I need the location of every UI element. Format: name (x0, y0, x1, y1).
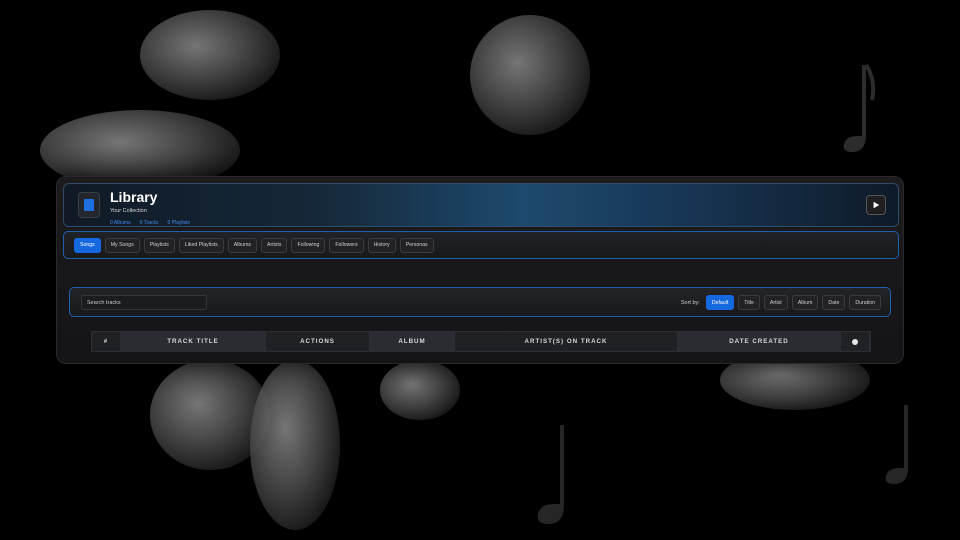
column-artists[interactable]: ARTIST(S) ON TRACK (455, 332, 678, 351)
sort-default-button[interactable]: Default (705, 295, 735, 310)
tab-songs[interactable]: Songs (74, 237, 101, 253)
play-icon (873, 201, 880, 209)
sort-artist-button[interactable]: Artist (763, 295, 788, 310)
playlists-count[interactable]: 0 Playlists (167, 220, 190, 226)
column-album[interactable]: ALBUM (370, 332, 455, 351)
tracks-count[interactable]: 0 Tracks (140, 220, 159, 226)
column-number[interactable]: # (92, 332, 121, 351)
page-title: Library (110, 189, 158, 205)
tab-my-songs[interactable]: My Songs (104, 237, 140, 253)
column-duration[interactable] (841, 332, 870, 351)
column-track-title[interactable]: TRACK TITLE (121, 332, 266, 351)
column-date-created[interactable]: DATE CREATED (678, 332, 841, 351)
search-input[interactable] (81, 295, 207, 310)
sort-title-button[interactable]: Title (738, 295, 760, 310)
page-subtitle: Your Collection (110, 208, 147, 214)
sort-label: Sort by: (680, 299, 700, 306)
column-actions[interactable]: ACTIONS (266, 332, 370, 351)
library-book-icon (78, 192, 100, 218)
sort-controls: Sort by: Default Title Artist Album Date… (681, 295, 881, 310)
play-button[interactable] (866, 195, 886, 215)
library-tabs: Songs My Songs Playlists Liked Playlists… (63, 231, 899, 259)
albums-count[interactable]: 0 Albums (110, 220, 131, 226)
tab-following[interactable]: Following (291, 237, 326, 253)
search-sort-bar: Sort by: Default Title Artist Album Date… (69, 287, 891, 317)
sort-album-button[interactable]: Album (791, 295, 819, 310)
music-note-icon (885, 405, 908, 484)
library-panel: Library Your Collection 0 Albums 0 Track… (56, 176, 904, 364)
library-stats: 0 Albums 0 Tracks 0 Playlists (110, 220, 190, 226)
sort-duration-button[interactable]: Duration (849, 295, 881, 310)
tab-artists[interactable]: Artists (261, 237, 288, 253)
music-note-icon (843, 63, 876, 152)
music-note-icon (537, 425, 564, 524)
tab-playlists[interactable]: Playlists (143, 237, 175, 253)
info-icon (852, 338, 858, 345)
tab-personas[interactable]: Personas (399, 237, 434, 253)
tab-followers[interactable]: Followers (329, 237, 364, 253)
library-header: Library Your Collection 0 Albums 0 Track… (63, 183, 899, 227)
tab-liked-playlists[interactable]: Liked Playlists (178, 237, 224, 253)
tab-albums[interactable]: Albums (227, 237, 258, 253)
tracks-table-header: # TRACK TITLE ACTIONS ALBUM ARTIST(S) ON… (91, 331, 871, 352)
tab-history[interactable]: History (367, 237, 396, 253)
sort-date-button[interactable]: Date (822, 295, 846, 310)
